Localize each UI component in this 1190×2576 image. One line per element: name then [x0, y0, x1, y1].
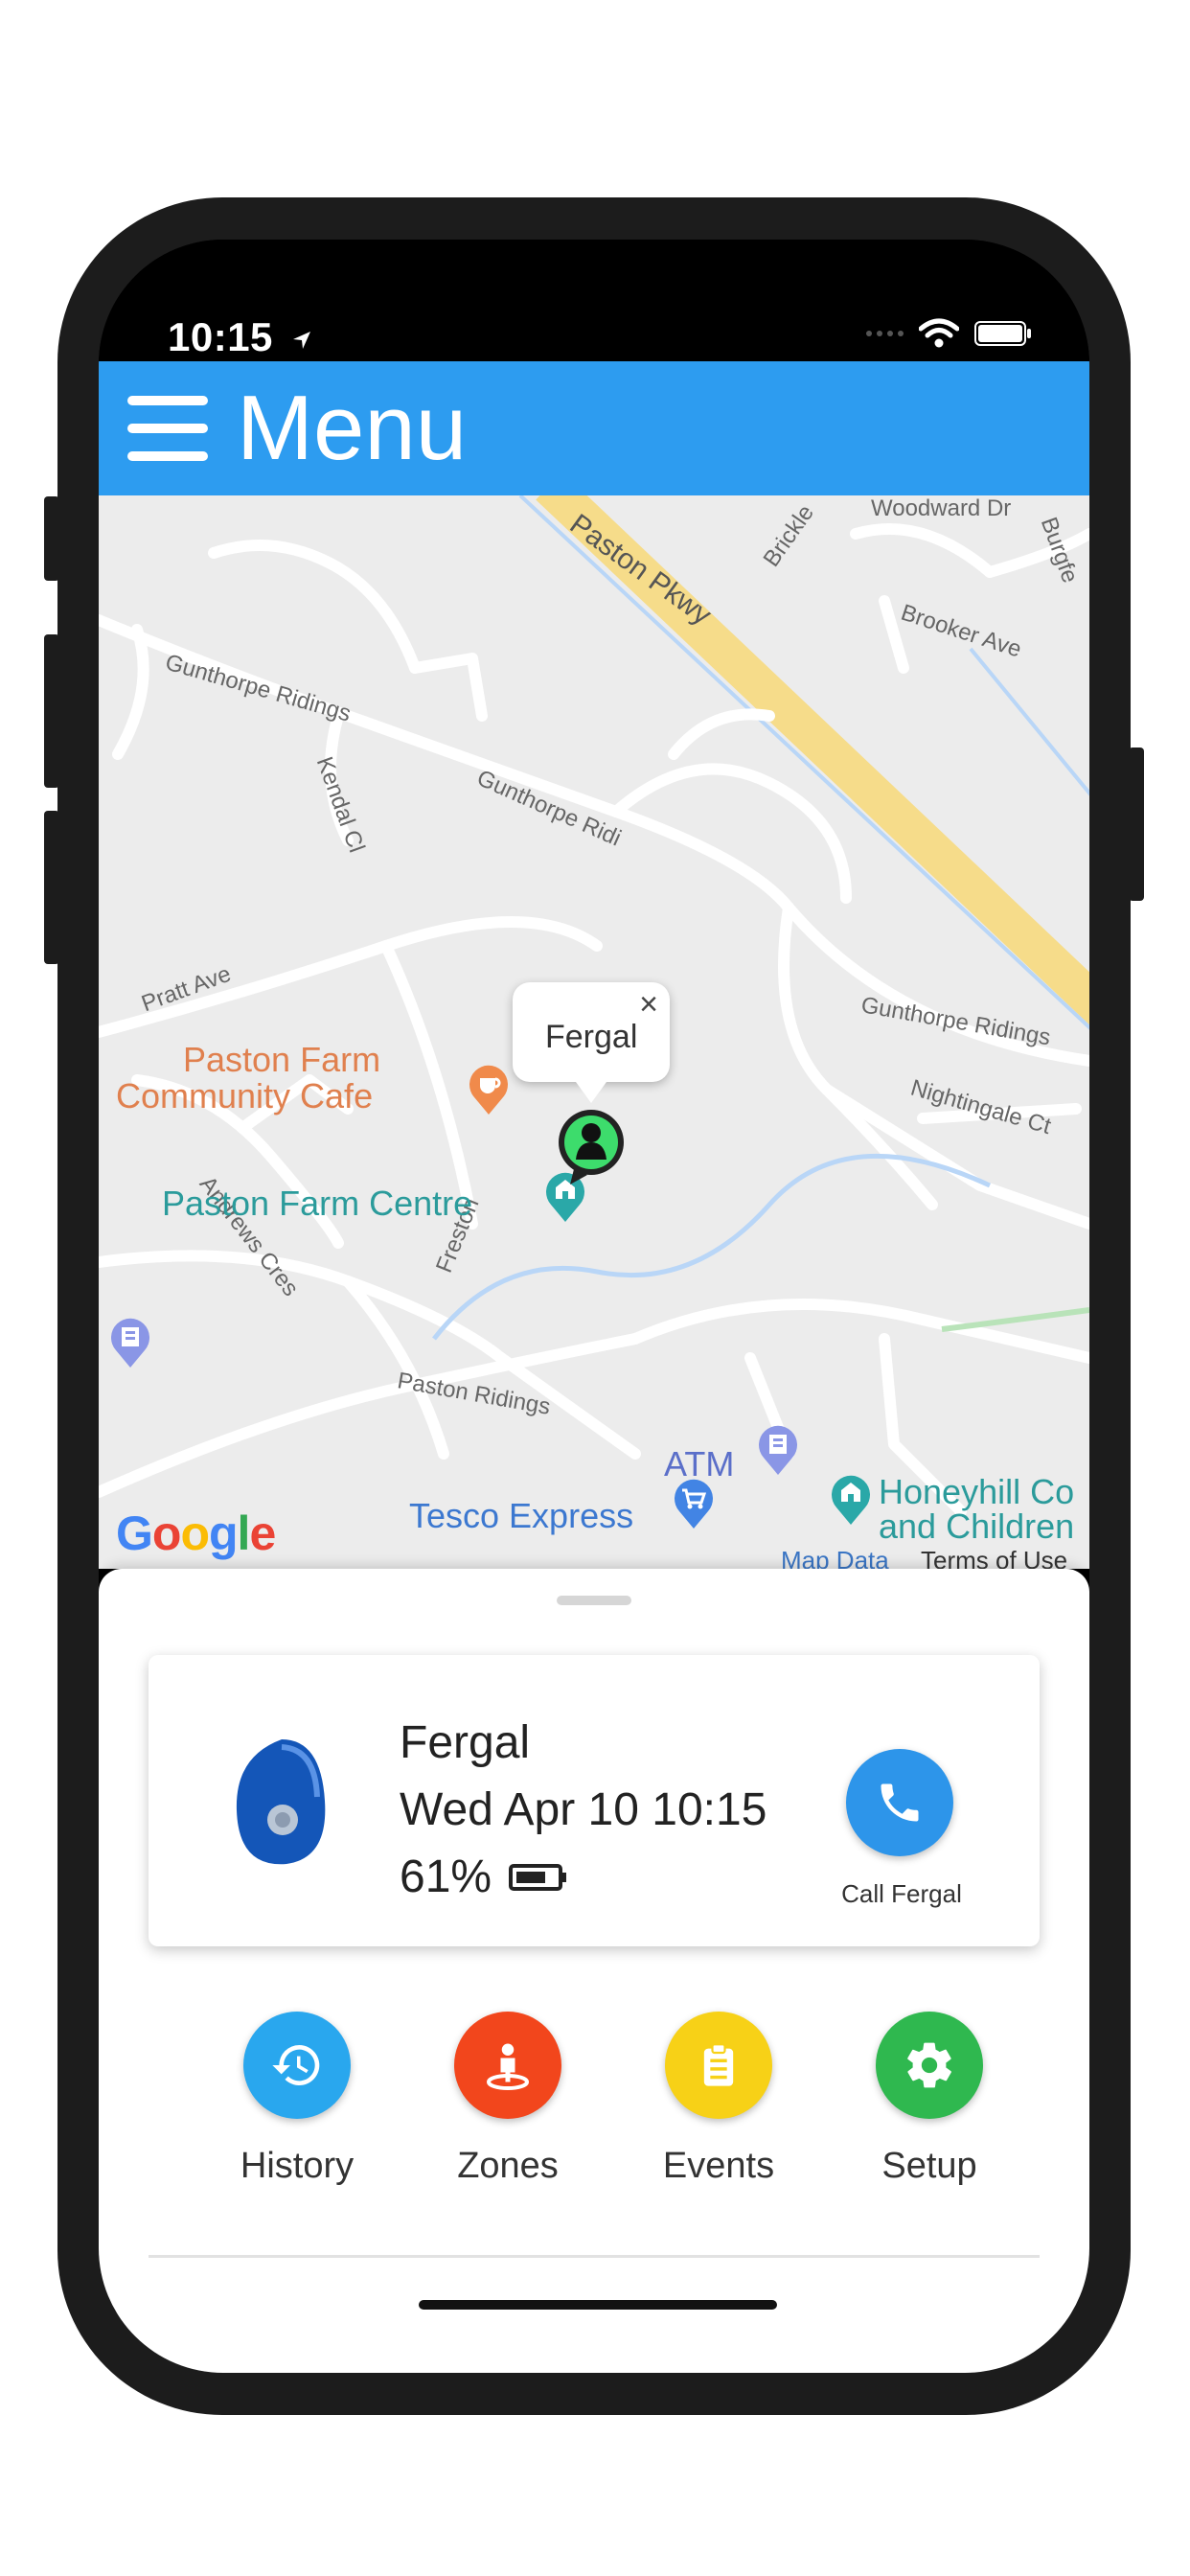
call-button-label[interactable]: Call Fergal [813, 1879, 990, 1909]
cafe-pin-icon[interactable] [467, 1063, 511, 1116]
history-label: History [240, 2146, 355, 2186]
location-arrow-icon [293, 331, 311, 349]
phone-frame: 10:15 Menu Paston Pkwy Woodward Dr Brick… [57, 197, 1131, 2415]
shopping-cart-pin-icon[interactable] [672, 1477, 716, 1530]
battery-icon [974, 321, 1031, 346]
zones-icon[interactable] [454, 2012, 561, 2119]
building-pin-icon[interactable] [108, 1316, 152, 1369]
hamburger-menu-icon[interactable] [127, 396, 208, 461]
signal-icon [866, 331, 904, 336]
history-button[interactable]: History [206, 2012, 388, 2187]
action-bar: History Zones Events Setup [99, 2012, 1089, 2203]
home-indicator[interactable] [419, 2300, 777, 2310]
menu-title[interactable]: Menu [237, 382, 467, 474]
poi-cafe-label[interactable]: Paston Farm Community Cafe [116, 1042, 380, 1115]
events-button[interactable]: Events [628, 2012, 810, 2187]
map-view[interactable]: Paston Pkwy Woodward Dr Brickle Burgfe B… [99, 495, 1089, 1569]
divider [149, 2255, 1040, 2258]
terms-of-use-link[interactable]: Terms of Use [921, 1546, 1067, 1569]
tracker-device-icon [236, 1739, 326, 1865]
zones-button[interactable]: Zones [417, 2012, 599, 2187]
app-header: Menu [99, 361, 1089, 495]
poi-tesco-label[interactable]: Tesco Express [409, 1496, 633, 1536]
history-icon[interactable] [243, 2012, 351, 2119]
notch [348, 240, 840, 310]
close-icon[interactable]: × [639, 988, 658, 1021]
google-logo: Google [116, 1506, 276, 1560]
battery-percent: 61% [400, 1852, 492, 1902]
battery-level-icon [509, 1863, 567, 1891]
setup-label: Setup [881, 2146, 977, 2186]
gear-icon[interactable] [876, 2012, 983, 2119]
street-label: Woodward Dr [871, 495, 1012, 521]
power-button [1129, 748, 1144, 901]
person-marker-icon[interactable] [555, 1106, 628, 1186]
sheet-grabber[interactable] [557, 1596, 631, 1605]
school-pin-icon[interactable] [829, 1473, 873, 1527]
atm-pin-icon[interactable] [756, 1423, 800, 1477]
call-button[interactable] [846, 1749, 953, 1856]
wifi-icon [919, 318, 959, 348]
poi-honeyhill-label[interactable]: Honeyhill Co and Children [879, 1475, 1074, 1544]
tracker-callout[interactable]: Fergal × [513, 982, 670, 1103]
callout-name: Fergal [545, 1019, 638, 1055]
zones-label: Zones [457, 2146, 559, 2186]
device-name: Fergal [400, 1717, 531, 1768]
device-last-seen: Wed Apr 10 10:15 [400, 1784, 767, 1835]
phone-icon [881, 1783, 919, 1822]
status-time: 10:15 [168, 314, 313, 360]
phone-screen: 10:15 Menu Paston Pkwy Woodward Dr Brick… [99, 240, 1089, 2373]
setup-button[interactable]: Setup [838, 2012, 1020, 2187]
bottom-sheet[interactable]: Fergal Wed Apr 10 10:15 61% Call Fergal [99, 1569, 1089, 2373]
map-data-link[interactable]: Map Data [781, 1546, 889, 1569]
device-battery: 61% [400, 1851, 568, 1903]
events-label: Events [662, 2146, 775, 2186]
device-card[interactable]: Fergal Wed Apr 10 10:15 61% Call Fergal [149, 1655, 1040, 1946]
events-icon[interactable] [665, 2012, 772, 2119]
poi-centre-label[interactable]: Paston Farm Centre [162, 1184, 472, 1224]
